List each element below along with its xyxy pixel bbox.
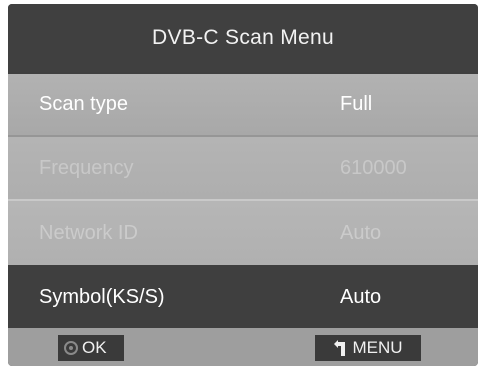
scan-type-label: Scan type [39, 93, 128, 115]
frequency-label: Frequency [39, 156, 134, 179]
menu-label: MENU [352, 338, 403, 357]
scan-type-row[interactable]: Scan type Full [8, 74, 478, 137]
ok-button[interactable]: OK [58, 335, 124, 361]
ok-label: OK [82, 338, 107, 357]
menu-footer: OK MENU [8, 328, 478, 366]
frequency-row: Frequency 610000 [8, 137, 478, 201]
network-id-value: Auto [340, 221, 382, 244]
symbol-rate-label: Symbol(KS/S) [39, 285, 165, 308]
return-arrow-icon [334, 340, 346, 356]
frequency-value: 610000 [340, 156, 407, 179]
symbol-rate-row[interactable]: Symbol(KS/S) Auto [8, 266, 478, 328]
circle-ok-icon [64, 341, 78, 355]
menu-button[interactable]: MENU [315, 335, 421, 361]
dvb-c-scan-menu: DVB-C Scan Menu Scan type Full Frequency… [8, 4, 478, 366]
network-id-row: Network ID Auto [8, 201, 478, 265]
scan-type-value[interactable]: Full [340, 93, 372, 116]
symbol-rate-value[interactable]: Auto [340, 286, 381, 309]
menu-title: DVB-C Scan Menu [8, 4, 478, 72]
network-id-label: Network ID [39, 221, 138, 244]
